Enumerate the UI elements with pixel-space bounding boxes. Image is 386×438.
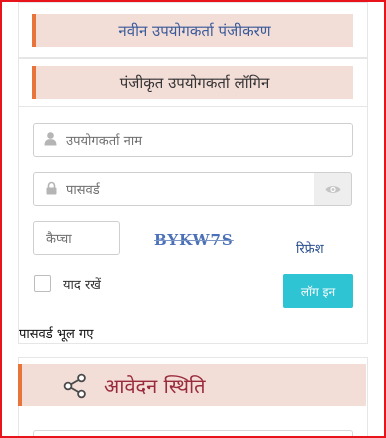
username-placeholder: उपयोगकर्ता नाम xyxy=(66,134,142,149)
password-placeholder: पासवर्ड xyxy=(66,183,100,198)
application-status-input[interactable] xyxy=(33,430,353,436)
captcha-refresh-link[interactable]: रिफ्रेश xyxy=(296,239,324,257)
remember-me-label: याद रखें xyxy=(63,278,101,293)
application-status-header: आवेदन स्थिति xyxy=(18,364,366,406)
page-frame: नवीन उपयोगकर्ता पंजीकरण पंजीकृत उपयोगकर्… xyxy=(0,0,386,438)
user-icon xyxy=(44,131,57,150)
share-icon xyxy=(62,373,88,403)
username-field[interactable]: उपयोगकर्ता नाम xyxy=(33,123,353,157)
captcha-image: BYKW7S xyxy=(154,231,234,249)
captcha-field[interactable]: कैप्चा xyxy=(33,221,120,255)
forgot-password-link[interactable]: पासवर्ड भूल गए xyxy=(19,324,93,342)
new-user-registration-label: नवीन उपयोगकर्ता पंजीकरण xyxy=(118,21,271,40)
new-user-registration-link[interactable]: नवीन उपयोगकर्ता पंजीकरण xyxy=(32,14,353,47)
heading-divider xyxy=(18,106,368,107)
show-password-toggle[interactable] xyxy=(314,172,352,206)
registered-user-login-heading: पंजीकृत उपयोगकर्ता लॉगिन xyxy=(32,66,353,99)
login-button[interactable]: लॉग इन xyxy=(283,274,353,308)
captcha-placeholder: कैप्चा xyxy=(46,232,72,247)
application-status-title: आवेदन स्थिति xyxy=(104,374,206,398)
registered-user-login-label: पंजीकृत उपयोगकर्ता लॉगिन xyxy=(119,73,270,92)
eye-icon xyxy=(325,180,341,199)
lock-icon xyxy=(46,180,57,199)
password-field[interactable]: पासवर्ड xyxy=(33,172,315,206)
remember-me-checkbox[interactable] xyxy=(34,275,51,292)
